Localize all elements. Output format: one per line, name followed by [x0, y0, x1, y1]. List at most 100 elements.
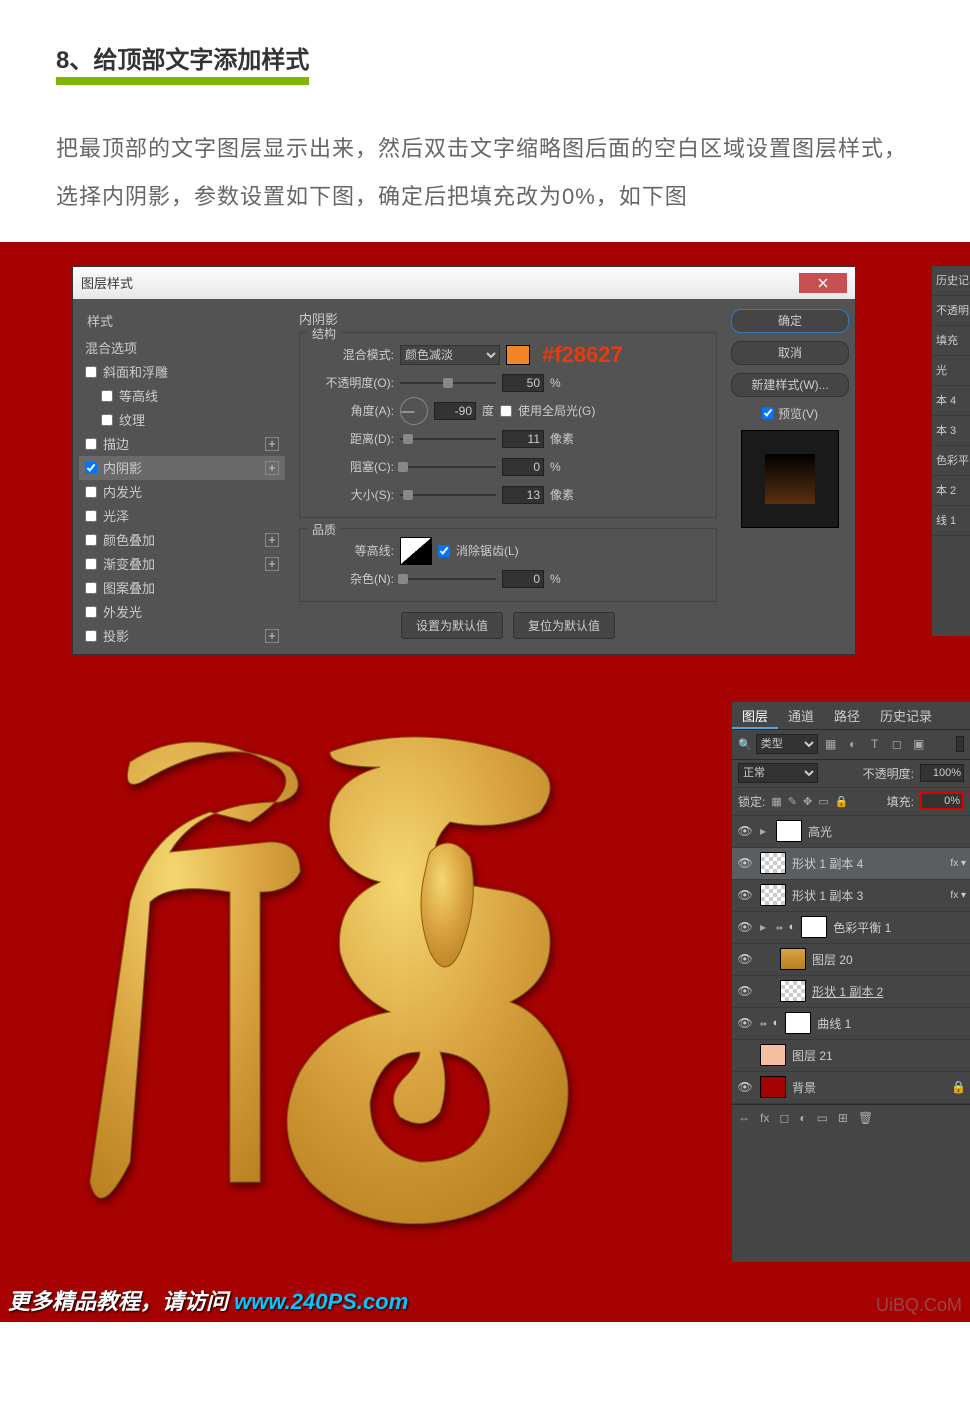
- style-item-9[interactable]: 图案叠加: [79, 576, 285, 600]
- style-checkbox[interactable]: [85, 486, 97, 498]
- dialog-titlebar[interactable]: 图层样式: [73, 267, 855, 299]
- tab-channels[interactable]: 通道: [778, 702, 824, 729]
- delete-icon[interactable]: 🗑: [858, 1111, 873, 1125]
- visibility-toggle[interactable]: 👁: [736, 1080, 754, 1094]
- filter-smart-icon[interactable]: ▣: [910, 735, 928, 753]
- add-effect-icon[interactable]: +: [265, 557, 279, 571]
- layer-thumbnail[interactable]: [801, 916, 827, 938]
- layer-row[interactable]: 👁▸⇔◐色彩平衡 1: [732, 912, 970, 944]
- layer-thumbnail[interactable]: [780, 980, 806, 1002]
- adjustment-icon[interactable]: ◐: [799, 1111, 806, 1125]
- opacity-input[interactable]: [502, 374, 544, 392]
- style-item-0[interactable]: 斜面和浮雕: [79, 360, 285, 384]
- fx-icon[interactable]: fx: [760, 1111, 769, 1125]
- layer-thumbnail[interactable]: [760, 852, 786, 874]
- history-item[interactable]: 本 4: [932, 386, 970, 416]
- choke-input[interactable]: [502, 458, 544, 476]
- style-checkbox[interactable]: [85, 606, 97, 618]
- history-item[interactable]: 本 2: [932, 476, 970, 506]
- layer-thumbnail[interactable]: [760, 1076, 786, 1098]
- filter-pixel-icon[interactable]: ▦: [822, 735, 840, 753]
- lock-artboard-icon[interactable]: ▭: [818, 795, 828, 808]
- antialias-checkbox[interactable]: [438, 545, 450, 557]
- history-item[interactable]: 光: [932, 356, 970, 386]
- visibility-toggle[interactable]: 👁: [736, 952, 754, 966]
- style-item-11[interactable]: 投影+: [79, 624, 285, 648]
- distance-slider[interactable]: [400, 433, 496, 445]
- filter-type-select[interactable]: 类型: [756, 734, 818, 754]
- add-effect-icon[interactable]: +: [265, 437, 279, 451]
- ok-button[interactable]: 确定: [731, 309, 849, 333]
- style-checkbox[interactable]: [85, 366, 97, 378]
- lock-brush-icon[interactable]: ✎: [788, 795, 797, 808]
- tab-layers[interactable]: 图层: [732, 702, 778, 729]
- lock-position-icon[interactable]: ✥: [803, 795, 812, 808]
- style-checkbox[interactable]: [85, 534, 97, 546]
- tab-paths[interactable]: 路径: [824, 702, 870, 729]
- style-item-8[interactable]: 渐变叠加+: [79, 552, 285, 576]
- style-item-4[interactable]: 内阴影+: [79, 456, 285, 480]
- layer-thumbnail[interactable]: [780, 948, 806, 970]
- filter-shape-icon[interactable]: ◻: [888, 735, 906, 753]
- layer-row[interactable]: 👁图层 20: [732, 944, 970, 976]
- blend-mode-select[interactable]: 颜色减淡: [400, 345, 500, 365]
- layer-thumbnail[interactable]: [760, 1044, 786, 1066]
- add-effect-icon[interactable]: +: [265, 533, 279, 547]
- history-item[interactable]: 色彩平: [932, 446, 970, 476]
- make-default-button[interactable]: 设置为默认值: [401, 612, 503, 639]
- layer-row[interactable]: 图层 21: [732, 1040, 970, 1072]
- fill-value-input[interactable]: [920, 792, 964, 810]
- style-item-2[interactable]: 纹理: [79, 408, 285, 432]
- history-item[interactable]: 本 3: [932, 416, 970, 446]
- tab-history[interactable]: 历史记录: [870, 702, 942, 729]
- fx-badge[interactable]: fx ▾: [950, 890, 966, 901]
- angle-input[interactable]: [434, 402, 476, 420]
- visibility-toggle[interactable]: 👁: [736, 888, 754, 902]
- style-checkbox[interactable]: [85, 510, 97, 522]
- fx-badge[interactable]: fx ▾: [950, 858, 966, 869]
- link-layers-icon[interactable]: ⇔: [738, 1111, 750, 1125]
- add-effect-icon[interactable]: +: [265, 629, 279, 643]
- cancel-button[interactable]: 取消: [731, 341, 849, 365]
- style-item-5[interactable]: 内发光: [79, 480, 285, 504]
- style-item-1[interactable]: 等高线: [79, 384, 285, 408]
- layer-row[interactable]: 👁▸高光: [732, 816, 970, 848]
- visibility-toggle[interactable]: 👁: [736, 1016, 754, 1030]
- color-swatch[interactable]: [506, 345, 530, 365]
- blend-mode-select-layers[interactable]: 正常: [738, 763, 818, 783]
- visibility-toggle[interactable]: 👁: [736, 824, 754, 838]
- filter-toggle[interactable]: [956, 736, 964, 752]
- expand-icon[interactable]: ▸: [760, 824, 770, 838]
- style-checkbox[interactable]: [85, 462, 97, 474]
- mask-icon[interactable]: ◻: [779, 1111, 789, 1125]
- noise-slider[interactable]: [400, 573, 496, 585]
- visibility-toggle[interactable]: 👁: [736, 920, 754, 934]
- style-checkbox[interactable]: [85, 558, 97, 570]
- style-item-6[interactable]: 光泽: [79, 504, 285, 528]
- history-item[interactable]: 不透明: [932, 296, 970, 326]
- layer-row[interactable]: 👁⇔◐曲线 1: [732, 1008, 970, 1040]
- size-input[interactable]: [502, 486, 544, 504]
- close-button[interactable]: [799, 273, 847, 293]
- filter-adjust-icon[interactable]: ◐: [844, 735, 862, 753]
- distance-input[interactable]: [502, 430, 544, 448]
- visibility-toggle[interactable]: 👁: [736, 856, 754, 870]
- filter-type-icon[interactable]: T: [866, 735, 884, 753]
- visibility-toggle[interactable]: 👁: [736, 984, 754, 998]
- global-light-checkbox[interactable]: [500, 405, 512, 417]
- style-checkbox[interactable]: [101, 414, 113, 426]
- layer-row[interactable]: 👁形状 1 副本 4fx ▾: [732, 848, 970, 880]
- style-checkbox[interactable]: [85, 582, 97, 594]
- layer-thumbnail[interactable]: [760, 884, 786, 906]
- size-slider[interactable]: [400, 489, 496, 501]
- layer-row[interactable]: 👁背景🔒: [732, 1072, 970, 1104]
- layer-thumbnail[interactable]: [785, 1012, 811, 1034]
- add-effect-icon[interactable]: +: [265, 461, 279, 475]
- contour-swatch[interactable]: [400, 537, 432, 565]
- style-item-10[interactable]: 外发光: [79, 600, 285, 624]
- preview-checkbox[interactable]: [762, 407, 774, 419]
- lock-pixels-icon[interactable]: ▦: [771, 795, 781, 808]
- new-layer-icon[interactable]: ⊞: [838, 1111, 848, 1125]
- reset-default-button[interactable]: 复位为默认值: [513, 612, 615, 639]
- blend-options-item[interactable]: 混合选项: [79, 336, 285, 360]
